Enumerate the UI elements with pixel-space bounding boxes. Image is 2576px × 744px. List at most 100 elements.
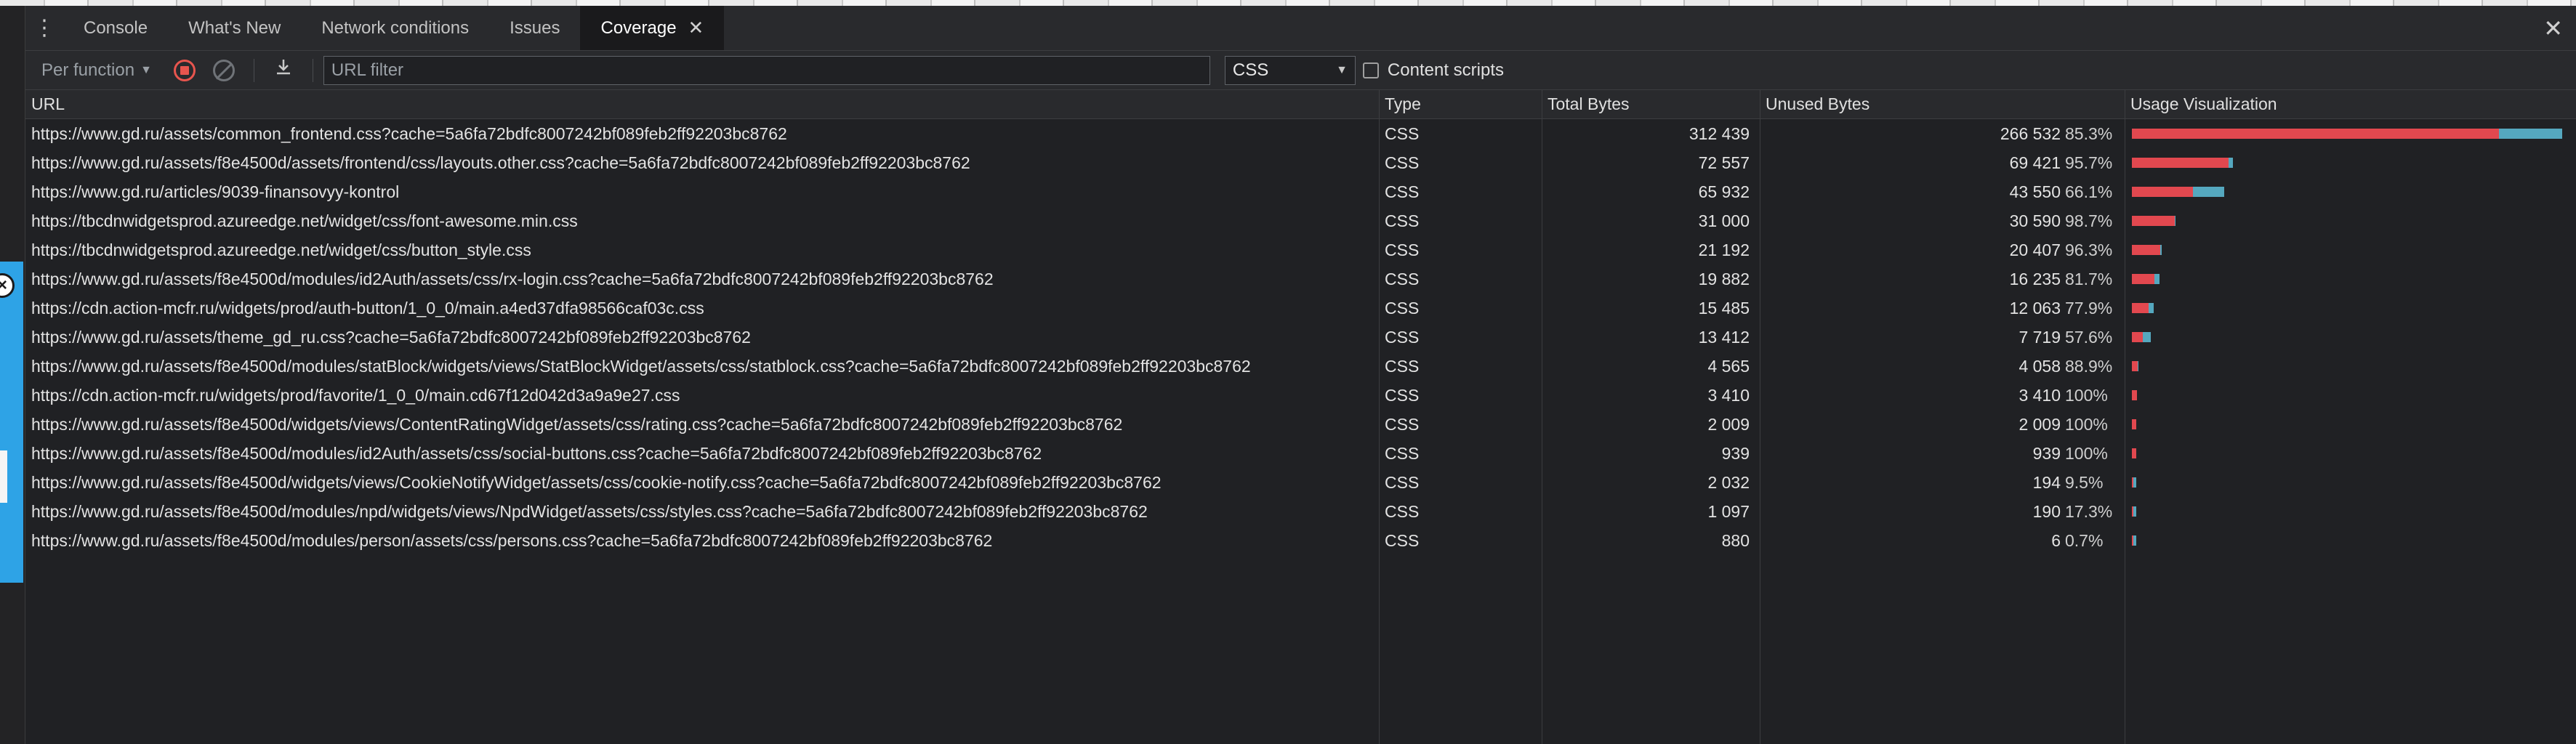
table-row[interactable]: https://cdn.action-mcfr.ru/widgets/prod/…: [25, 381, 2576, 410]
column-header-total-bytes[interactable]: Total Bytes: [1542, 90, 1760, 118]
row-type: CSS: [1385, 153, 1420, 172]
column-header-type[interactable]: Type: [1379, 90, 1542, 118]
row-usage-visualization: [2125, 274, 2568, 284]
row-url: https://www.gd.ru/assets/f8e4500d/module…: [31, 501, 1148, 521]
row-unused-percent: 9.5%: [2065, 472, 2104, 492]
row-unused-percent: 81.7%: [2065, 269, 2113, 288]
row-total-bytes: 2 032: [1707, 472, 1750, 492]
used-bar-segment: [2133, 535, 2136, 546]
table-row[interactable]: https://www.gd.ru/articles/9039-finansov…: [25, 177, 2576, 206]
unused-bar-segment: [2132, 332, 2143, 342]
content-scripts-toggle[interactable]: Content scripts: [1362, 60, 1504, 81]
row-unused-cell: 30 590 98.7%: [1760, 211, 2125, 231]
row-usage-visualization: [2125, 129, 2568, 139]
more-tabs-kebab-icon[interactable]: ⋮: [25, 6, 63, 50]
row-unused-bytes: 6: [2051, 530, 2061, 550]
content-scripts-checkbox[interactable]: [1362, 62, 1379, 78]
row-unused-percent: 77.9%: [2065, 298, 2113, 318]
used-bar-segment: [2133, 506, 2136, 517]
unused-bar-segment: [2132, 187, 2193, 197]
close-drawer-icon[interactable]: ✕: [2543, 15, 2563, 42]
table-row[interactable]: https://tbcdnwidgetsprod.azureedge.net/w…: [25, 206, 2576, 235]
row-unused-cell: 3 410 100%: [1760, 386, 2125, 405]
row-unused-percent: 17.3%: [2065, 501, 2113, 521]
row-type: CSS: [1385, 298, 1420, 318]
used-bar-segment: [2193, 187, 2224, 197]
url-filter-input[interactable]: [323, 55, 1210, 85]
tab-console[interactable]: Console: [63, 6, 168, 50]
table-row[interactable]: https://www.gd.ru/assets/f8e4500d/module…: [25, 497, 2576, 526]
row-url: https://www.gd.ru/assets/f8e4500d/widget…: [31, 472, 1162, 492]
row-type: CSS: [1385, 124, 1420, 143]
row-unused-cell: 20 407 96.3%: [1760, 240, 2125, 260]
row-usage-visualization: [2125, 448, 2568, 458]
row-usage-visualization: [2125, 187, 2568, 197]
table-row[interactable]: https://www.gd.ru/assets/f8e4500d/module…: [25, 439, 2576, 468]
row-unused-percent: 100%: [2065, 443, 2108, 463]
used-bar-segment: [2160, 245, 2162, 255]
usage-bar: [2132, 303, 2562, 313]
used-bar-segment: [2154, 274, 2160, 284]
usage-bar: [2132, 390, 2562, 400]
unused-bar-segment: [2132, 419, 2136, 429]
table-row[interactable]: https://cdn.action-mcfr.ru/widgets/prod/…: [25, 294, 2576, 323]
table-row[interactable]: https://www.gd.ru/assets/common_frontend…: [25, 119, 2576, 148]
table-row[interactable]: https://www.gd.ru/assets/f8e4500d/widget…: [25, 410, 2576, 439]
unused-bar-segment: [2132, 361, 2138, 371]
row-total-bytes: 3 410: [1707, 385, 1750, 405]
row-url: https://tbcdnwidgetsprod.azureedge.net/w…: [31, 240, 531, 259]
stop-recording-button[interactable]: [173, 59, 196, 81]
row-url: https://www.gd.ru/assets/f8e4500d/assets…: [31, 153, 970, 172]
row-unused-cell: 939 100%: [1760, 444, 2125, 464]
column-header-url[interactable]: URL: [25, 90, 1379, 118]
row-total-bytes: 4 565: [1707, 356, 1750, 376]
table-row[interactable]: https://www.gd.ru/assets/f8e4500d/module…: [25, 352, 2576, 381]
row-unused-bytes: 266 532: [2000, 124, 2061, 143]
usage-bar: [2132, 129, 2562, 139]
row-type: CSS: [1385, 211, 1420, 230]
row-type: CSS: [1385, 327, 1420, 347]
unused-bar-segment: [2132, 245, 2160, 255]
row-url: https://www.gd.ru/articles/9039-finansov…: [31, 182, 400, 201]
table-row[interactable]: https://www.gd.ru/assets/f8e4500d/assets…: [25, 148, 2576, 177]
row-total-bytes: 15 485: [1698, 298, 1750, 318]
clear-button[interactable]: [212, 59, 235, 81]
devtools-panel: ⋮ Console What's New Network conditions …: [25, 6, 2576, 744]
row-unused-cell: 16 235 81.7%: [1760, 270, 2125, 289]
table-row[interactable]: https://www.gd.ru/assets/theme_gd_ru.css…: [25, 323, 2576, 352]
row-unused-percent: 66.1%: [2065, 182, 2113, 201]
export-download-icon[interactable]: [273, 57, 294, 83]
close-tab-icon[interactable]: ✕: [688, 17, 704, 39]
row-unused-bytes: 190: [2032, 501, 2061, 521]
tab-coverage[interactable]: Coverage ✕: [580, 6, 725, 50]
tab-network-conditions[interactable]: Network conditions: [301, 6, 489, 50]
tab-issues[interactable]: Issues: [489, 6, 580, 50]
table-row[interactable]: https://tbcdnwidgetsprod.azureedge.net/w…: [25, 235, 2576, 264]
table-row[interactable]: https://www.gd.ru/assets/f8e4500d/module…: [25, 264, 2576, 294]
row-total-bytes: 19 882: [1698, 269, 1750, 288]
row-unused-bytes: 2 009: [2018, 414, 2061, 434]
column-header-unused-bytes[interactable]: Unused Bytes: [1760, 90, 2125, 118]
stop-icon: [180, 65, 189, 75]
tab-whats-new[interactable]: What's New: [168, 6, 301, 50]
unused-bar-segment: [2132, 448, 2136, 458]
row-unused-bytes: 194: [2032, 472, 2061, 492]
usage-bar: [2132, 448, 2562, 458]
devtools-tab-bar: ⋮ Console What's New Network conditions …: [25, 6, 2576, 51]
row-unused-bytes: 69 421: [2009, 153, 2061, 172]
row-unused-cell: 7 719 57.6%: [1760, 328, 2125, 347]
row-usage-visualization: [2125, 477, 2568, 488]
usage-bar: [2132, 274, 2562, 284]
column-header-usage-visualization[interactable]: Usage Visualization: [2125, 90, 2568, 118]
row-usage-visualization: [2125, 390, 2568, 400]
coverage-mode-select[interactable]: Per function ▼: [36, 60, 158, 81]
row-url: https://www.gd.ru/assets/f8e4500d/module…: [31, 356, 1251, 376]
table-row[interactable]: https://www.gd.ru/assets/f8e4500d/widget…: [25, 468, 2576, 497]
table-row[interactable]: https://www.gd.ru/assets/f8e4500d/module…: [25, 526, 2576, 555]
coverage-toolbar: Per function ▼ CSS ▼ Content scripts: [25, 51, 2576, 90]
row-unused-cell: 190 17.3%: [1760, 502, 2125, 522]
tab-label: Issues: [510, 17, 560, 38]
type-filter-select[interactable]: CSS ▼: [1224, 55, 1356, 85]
row-type: CSS: [1385, 356, 1420, 376]
row-unused-bytes: 4 058: [2018, 356, 2061, 376]
